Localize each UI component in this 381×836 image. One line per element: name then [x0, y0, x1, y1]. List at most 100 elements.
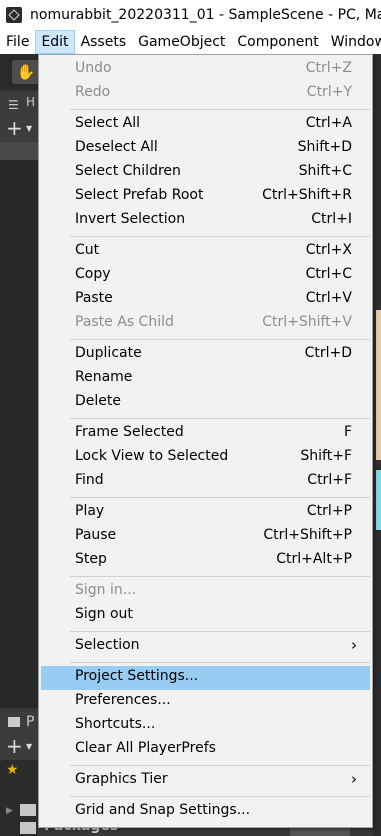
menu-item-label: Select Prefab Root [75, 187, 204, 203]
menu-item-lock-view[interactable]: Lock View to Selected Shift+F [40, 446, 371, 470]
title-bar: nomurabbit_20220311_01 - SampleScene - P… [0, 0, 381, 30]
project-tab-label: P [26, 714, 35, 730]
menu-separator [70, 497, 370, 498]
menu-item-frame-selected[interactable]: Frame Selected F [40, 422, 371, 446]
menu-item-label: Duplicate [75, 345, 142, 361]
menu-item-label: Select All [75, 115, 140, 131]
window-title: nomurabbit_20220311_01 - SampleScene - P… [30, 7, 381, 23]
menu-item-step[interactable]: Step Ctrl+Alt+P [40, 549, 371, 573]
menu-item-label: Grid and Snap Settings... [75, 802, 251, 818]
menu-item-shortcut: Ctrl+D [304, 345, 352, 361]
chevron-right-icon: › [351, 770, 357, 788]
menu-item-grid-snap-settings[interactable]: Grid and Snap Settings... [40, 800, 371, 824]
star-icon[interactable]: ★ [6, 762, 19, 778]
menu-item-copy[interactable]: Copy Ctrl+C [40, 264, 371, 288]
menu-item-shortcut: Shift+C [298, 163, 352, 179]
menu-item-shortcut: Shift+D [297, 139, 352, 155]
expand-triangle-icon[interactable]: ▶ [6, 806, 13, 816]
menu-item-cut[interactable]: Cut Ctrl+X [40, 240, 371, 264]
menu-item-label: Selection [75, 637, 140, 653]
menu-separator [70, 796, 370, 797]
menu-item-delete[interactable]: Delete [40, 391, 371, 415]
menu-item-label: Shortcuts... [75, 716, 156, 732]
menu-item-label: Sign in... [75, 582, 137, 598]
project-add-button[interactable]: + ▼ [0, 734, 38, 760]
menu-item-label: Play [75, 503, 105, 519]
menu-edit[interactable]: Edit [35, 30, 75, 54]
folder-icon [20, 804, 36, 816]
menu-item-deselect-all[interactable]: Deselect All Shift+D [40, 137, 371, 161]
menu-item-shortcut: Ctrl+P [306, 503, 352, 519]
menu-window[interactable]: Window [325, 30, 381, 54]
scene-object [376, 470, 381, 530]
menu-item-label: Paste As Child [75, 314, 174, 330]
menu-assets[interactable]: Assets [75, 30, 133, 54]
menu-item-label: Cut [75, 242, 100, 258]
menu-item-select-children[interactable]: Select Children Shift+C [40, 161, 371, 185]
menu-separator [70, 576, 370, 577]
menu-item-shortcut: Ctrl+Shift+P [263, 527, 352, 543]
menu-item-project-settings[interactable]: Project Settings... [41, 666, 370, 690]
menu-item-find[interactable]: Find Ctrl+F [40, 470, 371, 494]
menu-item-pause[interactable]: Pause Ctrl+Shift+P [40, 525, 371, 549]
menu-item-shortcut: Ctrl+Z [305, 60, 352, 76]
chevron-right-icon: › [351, 636, 357, 654]
menu-item-label: Redo [75, 84, 111, 100]
menu-item-shortcut: F [343, 424, 352, 440]
menu-item-shortcut: Ctrl+F [307, 472, 352, 488]
menu-item-shortcut: Ctrl+Alt+P [276, 551, 352, 567]
menu-item-shortcut: Ctrl+Shift+V [262, 314, 352, 330]
menu-item-select-all[interactable]: Select All Ctrl+A [40, 113, 371, 137]
menu-item-selection[interactable]: Selection › [40, 635, 371, 659]
menu-item-shortcut: Ctrl+V [305, 290, 352, 306]
menu-item-undo[interactable]: Undo Ctrl+Z [40, 58, 371, 82]
menu-item-label: Project Settings... [75, 668, 199, 684]
plus-icon: + [6, 734, 23, 758]
menu-item-label: Preferences... [75, 692, 171, 708]
menu-separator [70, 631, 370, 632]
menu-separator [70, 765, 370, 766]
folder-icon [20, 822, 36, 834]
hierarchy-tab[interactable]: ☰ H [0, 92, 38, 116]
project-tab[interactable]: P [0, 712, 38, 734]
menu-item-clear-playerprefs[interactable]: Clear All PlayerPrefs [40, 738, 371, 762]
dropdown-arrow-icon: ▼ [26, 742, 33, 751]
menu-item-label: Select Children [75, 163, 181, 179]
unity-icon [6, 7, 22, 23]
menu-item-sign-out[interactable]: Sign out [40, 604, 371, 628]
edit-menu-dropdown: Undo Ctrl+Z Redo Ctrl+Y Select All Ctrl+… [38, 54, 373, 828]
menu-item-play[interactable]: Play Ctrl+P [40, 501, 371, 525]
menu-item-paste[interactable]: Paste Ctrl+V [40, 288, 371, 312]
menu-item-select-prefab-root[interactable]: Select Prefab Root Ctrl+Shift+R [40, 185, 371, 209]
hierarchy-tab-label: H [26, 95, 36, 109]
menu-item-shortcut: Ctrl+I [311, 211, 352, 227]
menu-item-label: Delete [75, 393, 121, 409]
folder-icon [8, 717, 20, 727]
menu-item-shortcuts[interactable]: Shortcuts... [40, 714, 371, 738]
hierarchy-add-button[interactable]: + ▼ [0, 116, 38, 142]
menu-gameobject[interactable]: GameObject [132, 30, 231, 54]
menu-item-label: Undo [75, 60, 112, 76]
hierarchy-icon: ☰ [8, 98, 19, 112]
hierarchy-scene-row[interactable] [0, 142, 38, 160]
menu-component[interactable]: Component [231, 30, 324, 54]
hierarchy-panel [0, 160, 38, 708]
menu-item-invert-selection[interactable]: Invert Selection Ctrl+I [40, 209, 371, 233]
menu-item-paste-as-child[interactable]: Paste As Child Ctrl+Shift+V [40, 312, 371, 336]
menu-item-duplicate[interactable]: Duplicate Ctrl+D [40, 343, 371, 367]
menu-item-label: Deselect All [75, 139, 158, 155]
menu-item-sign-in[interactable]: Sign in... [40, 580, 371, 604]
menu-item-shortcut: Ctrl+Y [306, 84, 352, 100]
menu-item-shortcut: Ctrl+A [305, 115, 352, 131]
menu-item-rename[interactable]: Rename [40, 367, 371, 391]
menu-item-shortcut: Shift+F [300, 448, 352, 464]
menu-item-label: Frame Selected [75, 424, 184, 440]
menu-item-preferences[interactable]: Preferences... [40, 690, 371, 714]
menu-item-graphics-tier[interactable]: Graphics Tier › [40, 769, 371, 793]
menu-separator [70, 339, 370, 340]
menu-file[interactable]: File [0, 30, 35, 54]
menu-item-redo[interactable]: Redo Ctrl+Y [40, 82, 371, 106]
menu-item-label: Lock View to Selected [75, 448, 229, 464]
hand-tool-icon[interactable]: ✋ [12, 60, 40, 84]
menu-item-label: Sign out [75, 606, 133, 622]
